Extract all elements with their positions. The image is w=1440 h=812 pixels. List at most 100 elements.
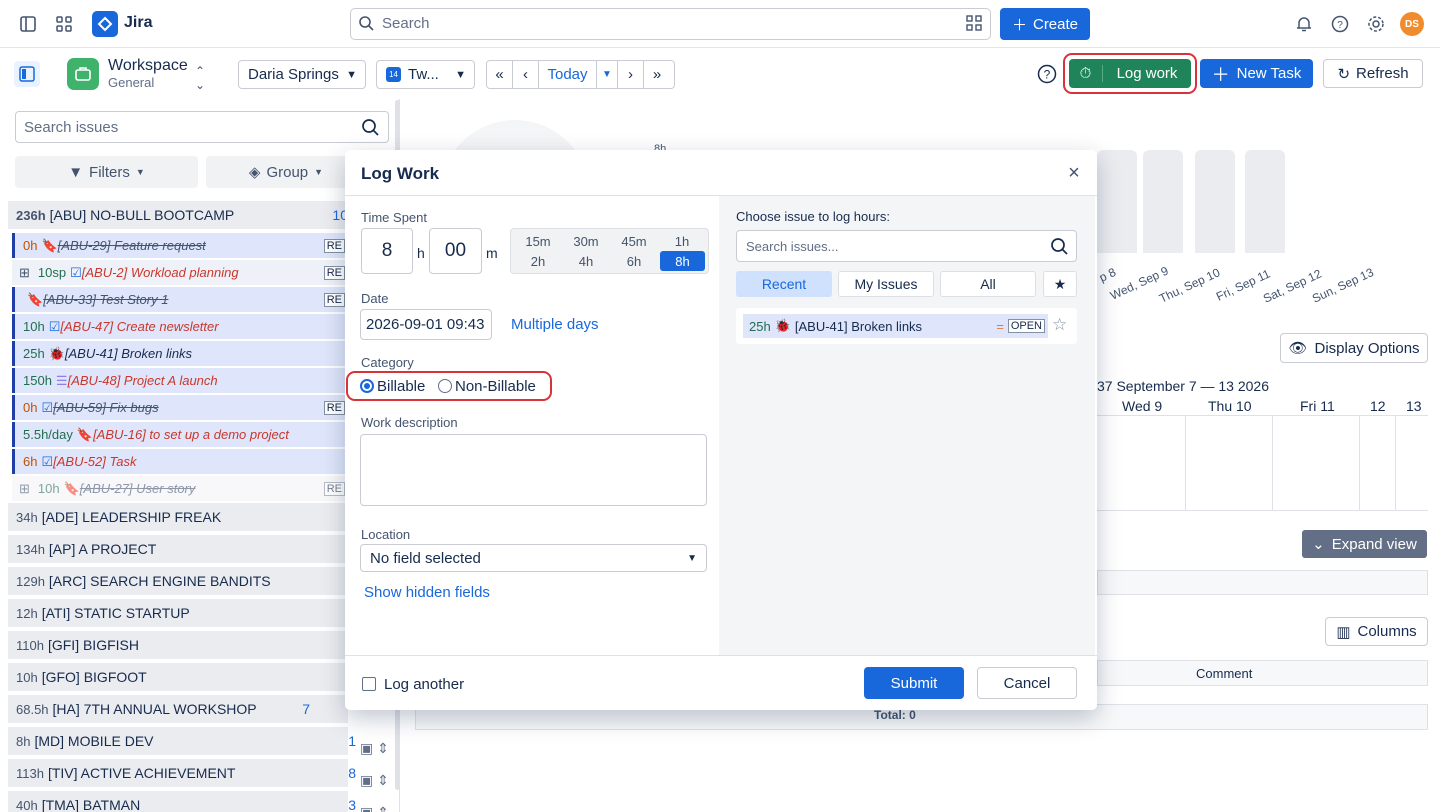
log-another-label[interactable]: Log another — [384, 676, 464, 693]
project-row[interactable]: 40h [TMA] BATMAN 3 — [8, 791, 356, 812]
quick-time-8h[interactable]: 8h — [660, 251, 705, 271]
project-row[interactable]: 236h [ABU] NO-BULL BOOTCAMP 10 — [8, 201, 348, 231]
columns-button[interactable]: ▥ Columns — [1325, 617, 1428, 646]
notifications-icon[interactable] — [1295, 15, 1313, 33]
project-name: [GFO] BIGFOOT — [41, 669, 147, 685]
workspace-switch-icon[interactable]: ⌃ ⌄ — [195, 64, 205, 92]
issue-hours: 10sp — [37, 265, 67, 280]
quick-time-45m[interactable]: 45m — [610, 231, 658, 251]
day-bar — [1143, 150, 1183, 253]
quick-time-2h[interactable]: 2h — [514, 251, 562, 271]
star-outline-icon[interactable]: ☆ — [1052, 315, 1067, 335]
quick-time-4h[interactable]: 4h — [562, 251, 610, 271]
recent-issue-item[interactable]: 25h 🐞 [ABU-41] Broken links = OPEN — [743, 314, 1048, 338]
user-avatar[interactable]: DS — [1400, 12, 1424, 36]
task-checkbox-icon: ☑ — [41, 453, 54, 469]
project-row[interactable]: 10h[GFO] BIGFOOT3 — [8, 663, 354, 693]
billable-label[interactable]: Billable — [377, 378, 425, 395]
today-dropdown-icon[interactable]: ▼ — [596, 61, 618, 88]
layers-icon: ◈ — [248, 164, 261, 181]
chevron-right-icon[interactable]: › — [618, 61, 644, 88]
project-row[interactable]: 8h [MD] MOBILE DEV 1 — [8, 727, 356, 757]
quick-time-30m[interactable]: 30m — [562, 231, 610, 251]
display-options-button[interactable]: 👁 Display Options — [1280, 333, 1428, 363]
double-chevron-left-icon[interactable]: « — [487, 61, 513, 88]
day-bar — [1097, 150, 1137, 253]
chevron-down-icon: ⌄ — [1312, 536, 1325, 553]
period-select[interactable]: 14 Tw... ▼ — [376, 60, 475, 89]
group-button[interactable]: ◈ Group ▼ — [206, 156, 366, 188]
app-name[interactable]: Jira — [124, 14, 152, 32]
issue-row[interactable]: 0h 🔖 [ABU-29] Feature request RE — [12, 233, 345, 258]
panel-toggle-icon[interactable] — [14, 61, 40, 87]
log-work-button[interactable]: ⏱ Log work — [1069, 59, 1191, 88]
refresh-button[interactable]: ↻ Refresh — [1323, 59, 1423, 88]
quick-time-6h[interactable]: 6h — [610, 251, 658, 271]
help-icon[interactable]: ? — [1037, 64, 1057, 84]
tab-my-issues[interactable]: My Issues — [838, 271, 934, 297]
settings-gear-icon[interactable] — [1367, 15, 1385, 33]
project-row[interactable]: 12h [ATI] STATIC STARTUP — [8, 599, 348, 629]
project-row[interactable]: 113h [TIV] ACTIVE ACHIEVEMENT 8 — [8, 759, 356, 789]
issue-row[interactable]: 0h ☑ [ABU-59] Fix bugs RE — [12, 395, 345, 420]
row-action-icons[interactable]: ▣ ⇕ ▣ ⇕ ▣ ⇕ — [360, 732, 389, 812]
week-day-label: Wed 9 — [1122, 398, 1163, 414]
quick-time-1h[interactable]: 1h — [658, 231, 706, 251]
jira-logo-icon[interactable] — [92, 11, 118, 37]
date-input[interactable]: 2026-09-01 09:43 — [360, 309, 492, 340]
issue-row[interactable]: 5.5h/day 🔖 [ABU-16] to set up a demo proje… — [12, 422, 345, 447]
search-icon[interactable] — [1050, 237, 1068, 255]
bug-icon: 🐞 — [48, 345, 65, 361]
search-icon[interactable] — [361, 118, 379, 136]
close-icon[interactable]: × — [1065, 162, 1083, 184]
project-row[interactable]: 129h[ARC] SEARCH ENGINE BANDITS9 — [8, 567, 354, 597]
search-filters-icon[interactable] — [966, 15, 982, 31]
filter-icon: ▼ — [68, 163, 84, 181]
global-search-input[interactable] — [350, 8, 991, 40]
tab-all[interactable]: All — [940, 271, 1036, 297]
issue-row[interactable]: 10h ☑ [ABU-47] Create newsletter — [12, 314, 345, 339]
tab-recent[interactable]: Recent — [736, 271, 832, 297]
today-button[interactable]: Today — [539, 61, 596, 88]
issue-row[interactable]: 150h ☰ [ABU-48] Project A launch — [12, 368, 345, 393]
create-button[interactable]: ＋ Create — [1000, 8, 1090, 40]
issue-picker-search[interactable]: Search issues... — [736, 230, 1077, 262]
day-label: p 8 — [1097, 264, 1119, 285]
billable-radio[interactable] — [360, 379, 374, 393]
project-row[interactable]: 110h[GFI] BIGFISH2 — [8, 631, 354, 661]
filters-button[interactable]: ▼ Filters ▼ — [15, 156, 198, 188]
issue-row[interactable]: 🔖 [ABU-33] Test Story 1 RE — [12, 287, 345, 312]
multiple-days-link[interactable]: Multiple days — [511, 316, 599, 333]
issue-row[interactable]: 25h 🐞 [ABU-41] Broken links — [12, 341, 345, 366]
favorites-star-icon[interactable]: ★ — [1043, 271, 1077, 297]
project-row[interactable]: 134h[AP] A PROJECT9 — [8, 535, 354, 565]
hours-input[interactable]: 8 — [361, 228, 413, 274]
non-billable-label[interactable]: Non-Billable — [455, 378, 536, 395]
user-select[interactable]: Daria Springs ▼ — [238, 60, 366, 89]
app-switcher-icon[interactable] — [50, 10, 78, 38]
minutes-input[interactable]: 00 — [429, 228, 482, 274]
submit-button[interactable]: Submit — [864, 667, 964, 699]
sidebar-toggle-icon[interactable] — [14, 10, 42, 38]
issue-row[interactable]: ⊞ 10h 🔖 [ABU-27] User story RE — [12, 476, 345, 501]
total-label: Total: 0 — [874, 708, 916, 722]
issue-row[interactable]: 6h ☑ [ABU-52] Task — [12, 449, 345, 474]
project-row[interactable]: 68.5h [HA] 7TH ANNUAL WORKSHOP 7 — [8, 695, 348, 725]
search-icon — [358, 15, 374, 31]
chevron-left-icon[interactable]: ‹ — [513, 61, 539, 88]
workspace-title[interactable]: Workspace — [108, 57, 188, 75]
cancel-button[interactable]: Cancel — [977, 667, 1077, 699]
double-chevron-right-icon[interactable]: » — [644, 61, 670, 88]
issue-row[interactable]: ⊞ 10sp ☑ [ABU-2] Workload planning RE — [12, 260, 345, 285]
project-hours: 12h — [16, 605, 38, 621]
quick-time-15m[interactable]: 15m — [514, 231, 562, 251]
location-select[interactable]: No field selected ▼ — [360, 544, 707, 572]
project-row[interactable]: 34h[ADE] LEADERSHIP FREAK2 — [8, 503, 354, 533]
log-another-checkbox[interactable] — [362, 677, 376, 691]
non-billable-radio[interactable] — [438, 379, 452, 393]
work-description-textarea[interactable] — [360, 434, 707, 506]
help-icon[interactable]: ? — [1331, 15, 1349, 33]
expand-view-button[interactable]: ⌄ Expand view — [1302, 530, 1427, 558]
new-task-button[interactable]: ＋ New Task — [1200, 59, 1313, 88]
show-hidden-fields-link[interactable]: Show hidden fields — [364, 584, 490, 601]
